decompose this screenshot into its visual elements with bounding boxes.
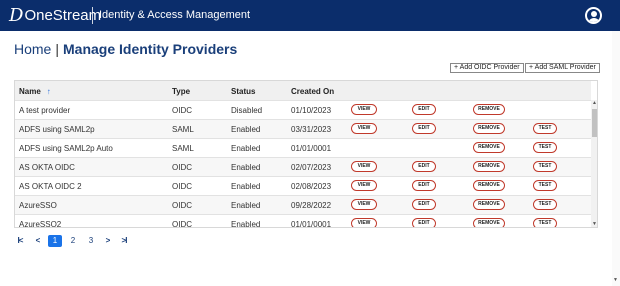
cell-type: OIDC — [172, 106, 192, 115]
pagination: I< < 1 2 3 > >I — [14, 234, 130, 247]
add-saml-provider-button[interactable]: + Add SAML Provider — [525, 63, 600, 73]
scroll-thumb[interactable] — [592, 109, 597, 137]
page-title: Manage Identity Providers — [63, 41, 238, 57]
cell-created: 02/08/2023 — [291, 182, 332, 191]
page-1-button[interactable]: 1 — [48, 234, 62, 247]
cell-name: AS OKTA OIDC 2 — [19, 182, 82, 191]
edit-button[interactable]: EDIT — [412, 161, 436, 172]
edit-button[interactable]: EDIT — [412, 180, 436, 191]
cell-name: ADFS using SAML2p — [19, 125, 95, 134]
first-page-button[interactable]: I< — [14, 235, 26, 247]
cell-type: OIDC — [172, 220, 192, 228]
scroll-up-arrow-icon[interactable]: ▲ — [591, 100, 597, 107]
top-bar: D OneStream Identity & Access Management — [0, 0, 620, 31]
test-button[interactable]: TEST — [533, 180, 557, 191]
cell-created: 09/28/2022 — [291, 201, 332, 210]
app-title: Identity & Access Management — [99, 9, 251, 21]
page-scrollbar[interactable]: ▼ — [612, 31, 620, 286]
column-header-name-label: Name — [19, 87, 41, 96]
table-header: Name ↑ Type Status Created On — [15, 81, 591, 100]
test-button[interactable]: TEST — [533, 161, 557, 172]
edit-button[interactable]: EDIT — [412, 123, 436, 134]
column-header-name[interactable]: Name ↑ — [19, 87, 51, 96]
page-3-button[interactable]: 3 — [84, 235, 98, 247]
column-header-type[interactable]: Type — [172, 87, 190, 96]
view-button[interactable]: VIEW — [351, 180, 377, 191]
cell-status: Enabled — [231, 182, 261, 191]
cell-created: 01/10/2023 — [291, 106, 332, 115]
scroll-down-arrow-icon[interactable]: ▼ — [591, 221, 597, 227]
breadcrumb-home[interactable]: Home — [14, 41, 51, 57]
cell-name: AzureSSO2 — [19, 220, 62, 228]
remove-button[interactable]: REMOVE — [473, 123, 505, 134]
table-row[interactable]: ADFS using SAML2p Auto SAML Enabled 01/0… — [15, 138, 591, 157]
table-row[interactable]: A test provider OIDC Disabled 01/10/2023… — [15, 100, 591, 119]
cell-type: SAML — [172, 125, 194, 134]
cell-status: Enabled — [231, 125, 261, 134]
table-row[interactable]: AS OKTA OIDC 2 OIDC Enabled 02/08/2023 V… — [15, 176, 591, 195]
previous-page-button[interactable]: < — [32, 235, 44, 247]
cell-status: Enabled — [231, 163, 261, 172]
cell-created: 02/07/2023 — [291, 163, 332, 172]
user-icon-head — [591, 11, 597, 17]
test-button[interactable]: TEST — [533, 199, 557, 210]
header-divider — [92, 7, 93, 24]
edit-button[interactable]: EDIT — [412, 104, 436, 115]
cell-created: 01/01/0001 — [291, 220, 332, 228]
column-header-created[interactable]: Created On — [291, 87, 334, 96]
remove-button[interactable]: REMOVE — [473, 199, 505, 210]
table-row[interactable]: ADFS using SAML2p SAML Enabled 03/31/202… — [15, 119, 591, 138]
add-oidc-provider-button[interactable]: + Add OIDC Provider — [450, 63, 524, 73]
view-button[interactable]: VIEW — [351, 161, 377, 172]
table-row[interactable]: AS OKTA OIDC OIDC Enabled 02/07/2023 VIE… — [15, 157, 591, 176]
onestream-logo[interactable]: D OneStream — [9, 6, 101, 26]
user-icon-shoulders — [588, 18, 600, 22]
page-2-button[interactable]: 2 — [66, 235, 80, 247]
cell-name: AzureSSO — [19, 201, 57, 210]
cell-created: 01/01/0001 — [291, 144, 332, 153]
page-scroll-down-arrow-icon[interactable]: ▼ — [613, 277, 618, 283]
cell-status: Enabled — [231, 144, 261, 153]
edit-button[interactable]: EDIT — [412, 199, 436, 210]
next-page-button[interactable]: > — [102, 235, 114, 247]
sort-ascending-icon[interactable]: ↑ — [47, 87, 51, 96]
table-row[interactable]: AzureSSO2 OIDC Enabled 01/01/0001 VIEW E… — [15, 214, 591, 228]
remove-button[interactable]: REMOVE — [473, 104, 505, 115]
cell-status: Disabled — [231, 106, 263, 115]
last-page-button[interactable]: >I — [118, 235, 130, 247]
edit-button[interactable]: EDIT — [412, 218, 436, 227]
view-button[interactable]: VIEW — [351, 218, 377, 227]
test-button[interactable]: TEST — [533, 218, 557, 227]
providers-table: Name ↑ Type Status Created On A test prov… — [14, 80, 598, 228]
cell-name: AS OKTA OIDC — [19, 163, 75, 172]
cell-status: Enabled — [231, 201, 261, 210]
cell-status: Enabled — [231, 220, 261, 228]
cell-name: A test provider — [19, 106, 71, 115]
breadcrumb: Home | Manage Identity Providers — [14, 41, 237, 57]
remove-button[interactable]: REMOVE — [473, 142, 505, 153]
cell-name: ADFS using SAML2p Auto — [19, 144, 113, 153]
cell-type: OIDC — [172, 163, 192, 172]
user-account-icon[interactable] — [585, 7, 602, 24]
remove-button[interactable]: REMOVE — [473, 161, 505, 172]
view-button[interactable]: VIEW — [351, 104, 377, 115]
cell-created: 03/31/2023 — [291, 125, 332, 134]
cell-type: OIDC — [172, 182, 192, 191]
column-header-status[interactable]: Status — [231, 87, 255, 96]
table-scrollbar[interactable]: ▲ ▼ — [591, 100, 597, 227]
test-button[interactable]: TEST — [533, 123, 557, 134]
view-button[interactable]: VIEW — [351, 123, 377, 134]
cell-type: SAML — [172, 144, 194, 153]
logo-text: OneStream — [24, 7, 102, 24]
cell-type: OIDC — [172, 201, 192, 210]
remove-button[interactable]: REMOVE — [473, 218, 505, 227]
table-row[interactable]: AzureSSO OIDC Enabled 09/28/2022 VIEW ED… — [15, 195, 591, 214]
view-button[interactable]: VIEW — [351, 199, 377, 210]
remove-button[interactable]: REMOVE — [473, 180, 505, 191]
logo-mark: D — [9, 5, 24, 26]
breadcrumb-separator: | — [55, 41, 59, 57]
test-button[interactable]: TEST — [533, 142, 557, 153]
